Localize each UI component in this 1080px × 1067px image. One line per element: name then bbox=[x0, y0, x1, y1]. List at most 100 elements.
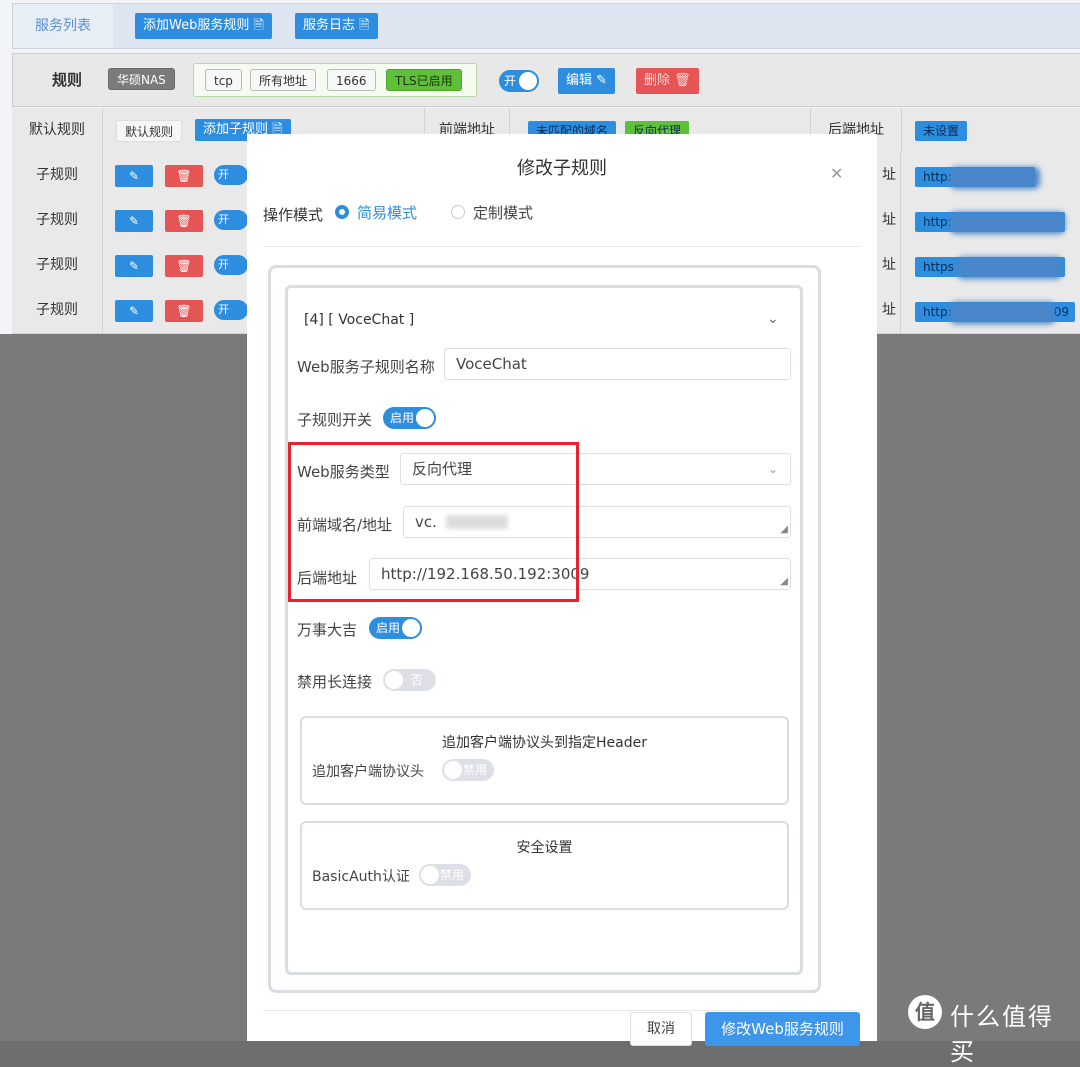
edit-row-button[interactable]: ✎ bbox=[115, 300, 153, 322]
backend-col-fragment: 址 bbox=[878, 288, 901, 333]
watermark-text: 什么值得买 bbox=[950, 1003, 1054, 1066]
default-rule-name: 默认规则 bbox=[116, 120, 183, 142]
resize-handle-icon[interactable]: ◢ bbox=[780, 577, 788, 587]
append-header-label: 追加客户端协议头 bbox=[312, 764, 424, 780]
edit-icon: ✎ bbox=[596, 73, 608, 88]
long-connection-label: 禁用长连接 bbox=[297, 673, 373, 691]
blurred-address bbox=[957, 257, 1062, 279]
trash-icon: 🗑 bbox=[176, 169, 192, 183]
blurred-address bbox=[950, 167, 1040, 189]
switch-knob bbox=[444, 761, 462, 779]
edit-icon: ✎ bbox=[128, 259, 140, 273]
basicauth-switch[interactable]: 禁用 bbox=[419, 864, 471, 886]
edit-rule-button[interactable]: 编辑 ✎ bbox=[558, 68, 616, 94]
basicauth-label: BasicAuth认证 bbox=[312, 869, 410, 885]
row-switch[interactable]: 开 bbox=[214, 255, 248, 275]
rule-bar: 规则 华硕NAS tcp 所有地址 1666 TLS已启用 开 编辑 ✎ 删除 … bbox=[12, 53, 1080, 107]
switch-knob bbox=[416, 409, 434, 427]
rule-switch-label: 开 bbox=[504, 74, 517, 88]
edit-subrule-dialog: 修改子规则 ✕ 操作模式 简易模式 定制模式 [4] [ VoceChat ] … bbox=[247, 134, 877, 1046]
dialog-title: 修改子规则 bbox=[517, 158, 607, 179]
blurred-address bbox=[950, 302, 1055, 324]
trash-icon: 🗑 bbox=[176, 304, 192, 318]
backend-unset-tag: 未设置 bbox=[915, 121, 968, 141]
footer-divider bbox=[263, 1010, 861, 1011]
delete-row-button[interactable]: 🗑 bbox=[165, 165, 203, 187]
subrule-name-label: Web服务子规则名称 bbox=[297, 358, 435, 376]
edit-row-button[interactable]: ✎ bbox=[115, 255, 153, 277]
subrule-switch-text: 启用 bbox=[390, 411, 415, 425]
row-type: 子规则 bbox=[12, 243, 103, 288]
subrule-switch-label: 子规则开关 bbox=[297, 411, 373, 429]
service-log-label: 服务日志 bbox=[303, 18, 356, 33]
rule-name-tag: 华硕NAS bbox=[108, 68, 175, 90]
divider bbox=[263, 246, 861, 247]
delete-rule-button[interactable]: 删除 🗑 bbox=[636, 68, 699, 94]
add-web-rule-label: 添加Web服务规则 bbox=[143, 18, 250, 33]
edit-row-button[interactable]: ✎ bbox=[115, 165, 153, 187]
blurred-address bbox=[950, 212, 1065, 234]
backend-suffix: 09 bbox=[1053, 305, 1069, 319]
add-web-rule-button[interactable]: 添加Web服务规则 🗎 bbox=[135, 13, 272, 39]
switch-knob bbox=[385, 671, 403, 689]
long-connection-switch[interactable]: 否 bbox=[383, 669, 436, 691]
security-card-title: 安全设置 bbox=[516, 840, 573, 856]
append-header-switch-text: 禁用 bbox=[463, 763, 488, 777]
watermark-logo: 值 bbox=[908, 995, 942, 1029]
row-type: 子规则 bbox=[12, 198, 103, 243]
row-switch[interactable]: 开 bbox=[214, 300, 248, 320]
radio-custom-label[interactable]: 定制模式 bbox=[473, 202, 533, 223]
rule-switch[interactable]: 开 bbox=[499, 70, 539, 92]
resize-handle-icon[interactable]: ◢ bbox=[780, 525, 788, 535]
port-tag: 1666 bbox=[327, 69, 376, 91]
lucky-switch[interactable]: 启用 bbox=[369, 617, 422, 639]
address-tag: 所有地址 bbox=[250, 69, 317, 91]
header-card-title: 追加客户端协议头到指定Header bbox=[442, 735, 647, 751]
edit-icon: ✎ bbox=[128, 169, 140, 183]
edit-icon: ✎ bbox=[128, 304, 140, 318]
subrule-switch[interactable]: 启用 bbox=[383, 407, 436, 429]
chevron-down-icon[interactable]: ⌄ bbox=[767, 311, 779, 327]
delete-row-button[interactable]: 🗑 bbox=[165, 255, 203, 277]
rule-label: 规则 bbox=[51, 71, 82, 89]
edit-icon: ✎ bbox=[128, 214, 140, 228]
long-connection-switch-text: 否 bbox=[411, 673, 424, 687]
chevron-down-icon: ⌄ bbox=[767, 462, 778, 476]
proto-tag: tcp bbox=[205, 69, 242, 91]
lucky-switch-text: 启用 bbox=[376, 621, 401, 635]
trash-icon: 🗑 bbox=[176, 259, 192, 273]
watermark: 值 什么值得买 bbox=[908, 995, 1068, 1066]
delete-row-button[interactable]: 🗑 bbox=[165, 300, 203, 322]
collapse-title[interactable]: [4] [ VoceChat ] bbox=[304, 312, 414, 328]
switch-knob bbox=[421, 866, 439, 884]
backend-col-fragment: 址 bbox=[878, 243, 901, 288]
top-tab-bar: 服务列表 添加Web服务规则 🗎 服务日志 🗎 bbox=[12, 3, 1080, 49]
basicauth-switch-text: 禁用 bbox=[440, 868, 465, 882]
close-icon[interactable]: ✕ bbox=[830, 164, 843, 183]
header-card: 追加客户端协议头到指定Header 追加客户端协议头 禁用 bbox=[300, 716, 789, 805]
row-switch[interactable]: 开 bbox=[214, 210, 248, 230]
doc-icon: 🗎 bbox=[359, 18, 370, 33]
radio-simple-label[interactable]: 简易模式 bbox=[357, 202, 417, 223]
subrule-name-input[interactable]: VoceChat bbox=[444, 348, 791, 380]
row-switch[interactable]: 开 bbox=[214, 165, 248, 185]
trash-icon: 🗑 bbox=[176, 214, 192, 228]
tab-service-list[interactable]: 服务列表 bbox=[13, 4, 113, 48]
trash-icon: 🗑 bbox=[674, 73, 691, 88]
row-type: 默认规则 bbox=[12, 108, 103, 153]
switch-knob bbox=[519, 72, 537, 90]
row-type: 子规则 bbox=[12, 288, 103, 333]
backend-prefix: http: bbox=[923, 305, 952, 319]
radio-custom[interactable] bbox=[451, 205, 465, 219]
edit-row-button[interactable]: ✎ bbox=[115, 210, 153, 232]
delete-row-button[interactable]: 🗑 bbox=[165, 210, 203, 232]
highlight-box bbox=[288, 442, 579, 602]
edit-label: 编辑 bbox=[566, 73, 593, 88]
row-type: 子规则 bbox=[12, 153, 103, 198]
append-header-switch[interactable]: 禁用 bbox=[442, 759, 494, 781]
switch-knob bbox=[402, 619, 420, 637]
mode-label: 操作模式 bbox=[263, 206, 324, 224]
lucky-label: 万事大吉 bbox=[297, 621, 358, 639]
radio-simple[interactable] bbox=[335, 205, 349, 219]
service-log-button[interactable]: 服务日志 🗎 bbox=[295, 13, 378, 39]
